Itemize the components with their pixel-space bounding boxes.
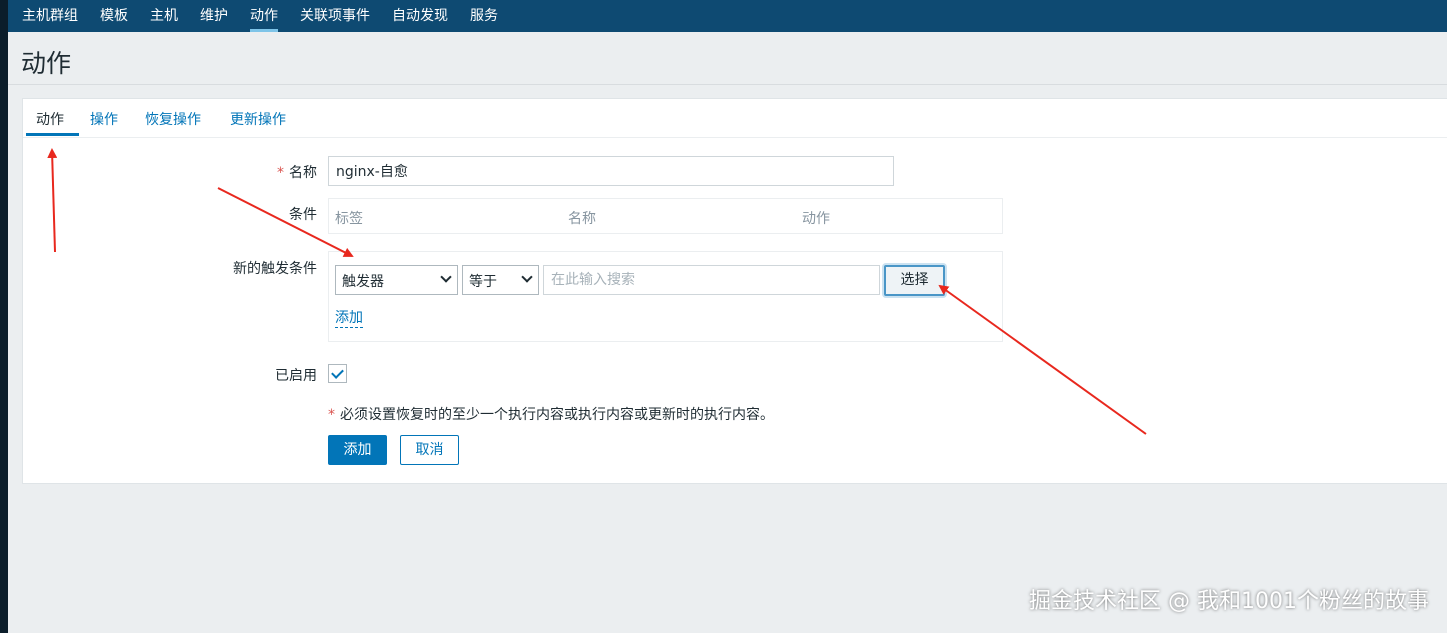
active-tab-indicator — [26, 133, 79, 136]
enabled-label: 已启用 — [275, 368, 317, 384]
required-asterisk: * — [328, 407, 335, 423]
conditions-label: 条件 — [289, 207, 317, 223]
tab-operations[interactable]: 操作 — [90, 109, 118, 129]
nav-item-maintenance[interactable]: 维护 — [200, 0, 228, 27]
required-note: * 必须设置恢复时的至少一个执行内容或执行内容或更新时的执行内容。 — [328, 404, 774, 424]
select-button[interactable]: 选择 — [884, 265, 945, 296]
nav-item-actions[interactable]: 动作 — [250, 0, 278, 32]
tab-action[interactable]: 动作 — [36, 109, 64, 129]
watermark: 掘金技术社区 @ 我和1001个粉丝的故事 — [1029, 589, 1429, 614]
name-label: * 名称 — [277, 162, 317, 182]
required-note-text: 必须设置恢复时的至少一个执行内容或执行内容或更新时的执行内容。 — [340, 407, 774, 423]
enabled-checkbox[interactable] — [328, 364, 347, 383]
top-navigation: 主机群组 模板 主机 维护 动作 关联项事件 自动发现 服务 — [8, 0, 1447, 32]
nav-item-discovery[interactable]: 自动发现 — [392, 0, 448, 27]
add-button[interactable]: 添加 — [328, 435, 387, 465]
checkmark-icon — [331, 366, 344, 379]
name-input[interactable] — [328, 156, 894, 186]
operator-value: 等于 — [469, 274, 497, 290]
page-title: 动作 — [21, 49, 72, 78]
tab-recovery-operations[interactable]: 恢复操作 — [145, 109, 201, 129]
nav-item-host-groups[interactable]: 主机群组 — [22, 0, 78, 27]
conditions-table: 标签 名称 动作 — [328, 198, 1003, 234]
tab-update-operations[interactable]: 更新操作 — [230, 109, 286, 129]
nav-item-services[interactable]: 服务 — [470, 0, 498, 27]
required-asterisk: * — [277, 165, 284, 181]
window-left-edge — [0, 0, 8, 633]
new-condition-box: 触发器 等于 选择 添加 — [328, 251, 1003, 342]
add-condition-link[interactable]: 添加 — [335, 309, 363, 328]
new-condition-label: 新的触发条件 — [233, 261, 317, 277]
nav-item-hosts[interactable]: 主机 — [150, 0, 178, 27]
operator-select[interactable]: 等于 — [462, 265, 539, 295]
chevron-down-icon — [521, 271, 533, 283]
conditions-col-name: 名称 — [568, 211, 596, 227]
cancel-button[interactable]: 取消 — [400, 435, 459, 465]
condition-type-select[interactable]: 触发器 — [335, 265, 458, 295]
condition-type-value: 触发器 — [342, 274, 384, 290]
nav-item-event-correlation[interactable]: 关联项事件 — [300, 0, 370, 27]
name-label-text: 名称 — [289, 165, 317, 181]
nav-item-templates[interactable]: 模板 — [100, 0, 128, 27]
chevron-down-icon — [440, 271, 452, 283]
action-form-panel: 动作 操作 恢复操作 更新操作 * 名称 条件 标签 名称 动作 新的触发条件 触… — [22, 98, 1447, 484]
trigger-search-input[interactable] — [543, 265, 880, 295]
tab-bar: 动作 操作 恢复操作 更新操作 — [23, 99, 1447, 138]
conditions-col-label: 标签 — [335, 211, 363, 227]
conditions-col-action: 动作 — [802, 211, 830, 227]
title-divider — [8, 84, 1447, 85]
